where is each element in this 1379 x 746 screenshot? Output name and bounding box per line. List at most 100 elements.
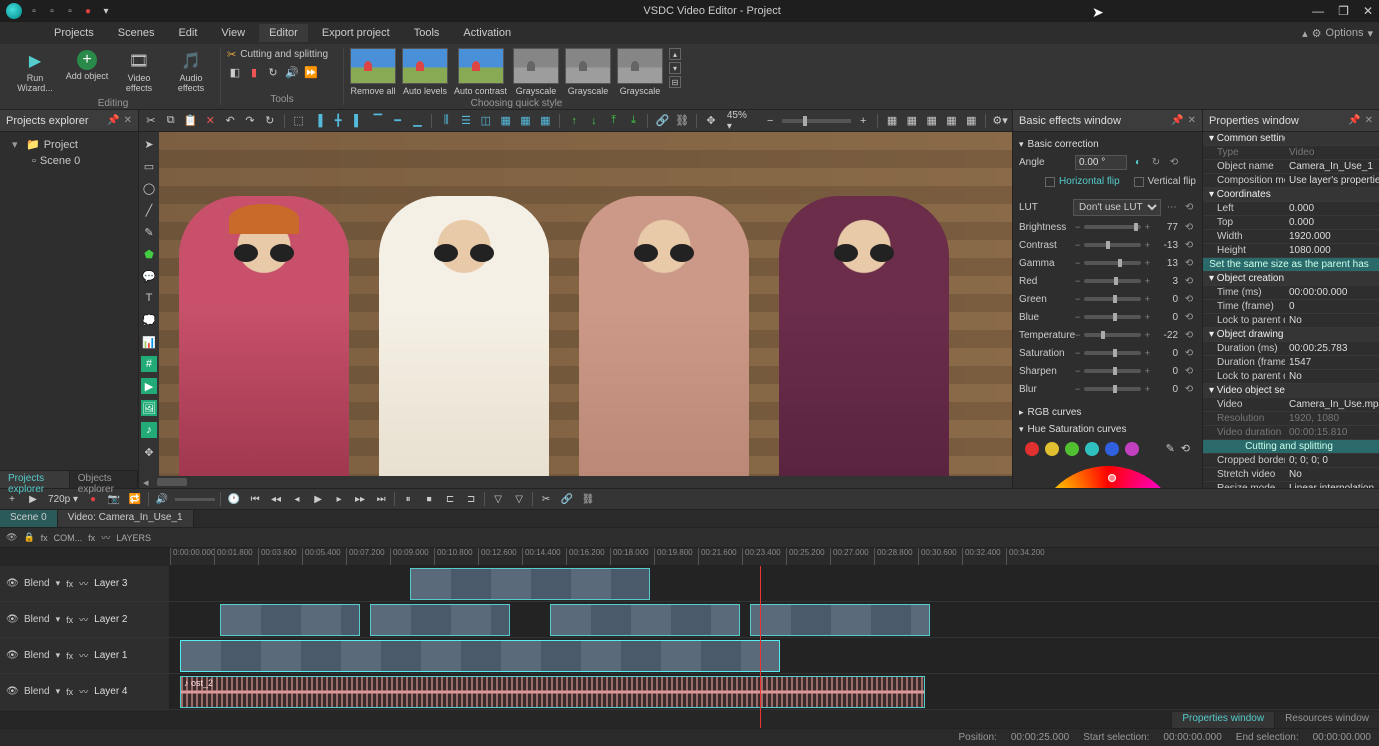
vt-safe2-icon[interactable]: ▦ [904, 113, 920, 129]
menu-editor[interactable]: Editor [259, 24, 308, 42]
pb-stepback-icon[interactable]: ◂ [289, 491, 305, 507]
angle-btn1-icon[interactable]: ◐ [1131, 156, 1145, 170]
pb-next-icon[interactable]: ▸▸ [352, 491, 368, 507]
swatch-magenta[interactable] [1125, 442, 1139, 456]
tool-pen-icon[interactable]: ✎ [141, 224, 157, 240]
pb-snapshot-icon[interactable]: 📷 [106, 491, 122, 507]
vt-align-bottom-icon[interactable]: ▁ [410, 113, 426, 129]
prop-value[interactable]: No [1285, 468, 1379, 481]
slider-green[interactable] [1084, 297, 1140, 301]
slider-saturation[interactable] [1084, 351, 1140, 355]
timeline-clip[interactable] [750, 604, 930, 636]
lut-dropdown[interactable]: Don't use LUT [1073, 199, 1161, 216]
tool-ellipse-icon[interactable]: ◯ [141, 180, 157, 196]
vt-dist-v-icon[interactable]: ☰ [458, 113, 474, 129]
track-visibility-icon[interactable]: 👁 [6, 614, 18, 625]
pb-resolution[interactable]: 720p ▾ [46, 494, 80, 505]
tool-chat-icon[interactable]: 💬 [141, 268, 157, 284]
menu-scenes[interactable]: Scenes [108, 24, 165, 42]
vt-redo-icon[interactable]: ↷ [242, 113, 258, 129]
prop-value[interactable]: Camera_In_Use.mp4 [1285, 398, 1379, 411]
pb-cut-icon[interactable]: ✂ [538, 491, 554, 507]
swatch-cyan[interactable] [1085, 442, 1099, 456]
vt-rotate-icon[interactable]: ↻ [262, 113, 278, 129]
effects-close-icon[interactable]: ✕ [1188, 115, 1196, 126]
tool-rotate-icon[interactable]: ↻ [265, 64, 281, 80]
effects-pin-icon[interactable]: 📌 [1171, 115, 1183, 126]
vt-grid2-icon[interactable]: ▦ [518, 113, 534, 129]
tool-tooltip-icon[interactable]: 💭 [141, 312, 157, 328]
prop-value[interactable]: 0; 0; 0; 0 [1285, 454, 1379, 467]
track-expand-icon[interactable]: ▾ [56, 686, 61, 697]
track-fx-icon[interactable]: fx [66, 687, 73, 697]
angle-input[interactable] [1075, 155, 1127, 170]
slider-reset-sharpen-icon[interactable]: ⟲ [1182, 364, 1196, 378]
pb-clock-icon[interactable]: 🕐 [226, 491, 242, 507]
tool-shape-icon[interactable]: ⬟ [141, 246, 157, 262]
slider-reset-temperature-icon[interactable]: ⟲ [1182, 328, 1196, 342]
vt-link-icon[interactable]: 🔗 [654, 113, 670, 129]
qat-new-icon[interactable]: ▫ [28, 5, 40, 17]
style-grayscale-3[interactable]: Grayscale [617, 48, 663, 96]
run-wizard-button[interactable]: ▶Run Wizard... [12, 48, 58, 96]
bt-resources[interactable]: Resources window [1274, 712, 1379, 728]
style-gallery-icon[interactable]: ⊟ [669, 76, 681, 88]
slider-blue[interactable] [1084, 315, 1140, 319]
tool-chart-icon[interactable]: 📊 [141, 334, 157, 350]
timeline-clip[interactable] [180, 640, 780, 672]
pb-loop-icon[interactable]: 🔁 [127, 491, 143, 507]
vt-back-icon[interactable]: ⤓ [626, 113, 642, 129]
track-layer-4[interactable]: 👁 Blend ▾ fx 〰 Layer 4 ♪ ost_2 [0, 674, 1379, 710]
track-mode[interactable]: Blend [24, 650, 50, 661]
vt-safe1-icon[interactable]: ▦ [884, 113, 900, 129]
vt-paste-icon[interactable]: 📋 [183, 113, 199, 129]
menu-export[interactable]: Export project [312, 24, 400, 42]
eyedropper-icon[interactable]: ✎ [1166, 442, 1175, 456]
pb-first-icon[interactable]: ⏮ [247, 491, 263, 507]
cutting-splitting-label[interactable]: Cutting and splitting [240, 49, 328, 60]
vt-safe3-icon[interactable]: ▦ [924, 113, 940, 129]
vt-cut-icon[interactable]: ✂ [143, 113, 159, 129]
vt-align-right-icon[interactable]: ▌ [350, 113, 366, 129]
audio-effects-button[interactable]: 🎵Audio effects [168, 48, 214, 96]
tool-marker-icon[interactable]: ▮ [246, 64, 262, 80]
track-mode[interactable]: Blend [24, 614, 50, 625]
vt-grid1-icon[interactable]: ▦ [498, 113, 514, 129]
style-next-icon[interactable]: ▾ [669, 62, 681, 74]
track-fx-icon[interactable]: fx [66, 579, 73, 589]
track-layer-1[interactable]: 👁 Blend ▾ fx 〰 Layer 1 [0, 638, 1379, 674]
timeline-clip[interactable] [370, 604, 510, 636]
style-grayscale-1[interactable]: Grayscale [513, 48, 559, 96]
vt-safe5-icon[interactable]: ▦ [963, 113, 979, 129]
slider-brightness[interactable] [1084, 225, 1140, 229]
vt-undo-icon[interactable]: ↶ [222, 113, 238, 129]
menu-projects[interactable]: Projects [44, 24, 104, 42]
qat-save-icon[interactable]: ▫ [64, 5, 76, 17]
pb-mute-icon[interactable]: 🔊 [154, 491, 170, 507]
prop-value[interactable]: Video [1285, 146, 1379, 159]
pb-stop-icon[interactable]: ⏹ [421, 491, 437, 507]
track-fx-icon[interactable]: fx [66, 615, 73, 625]
prop-value[interactable]: No [1285, 370, 1379, 383]
panel-pin-icon[interactable]: 📌 [107, 115, 119, 126]
tool-volume-icon[interactable]: 🔊 [284, 64, 300, 80]
qat-open-icon[interactable]: ▫ [46, 5, 58, 17]
prop-value[interactable]: 1920.000 [1285, 230, 1379, 243]
style-remove-all[interactable]: Remove all [350, 48, 396, 96]
track-expand-icon[interactable]: ▾ [56, 578, 61, 589]
angle-reset-icon[interactable]: ⟲ [1167, 156, 1181, 170]
tool-rect-icon[interactable]: ▭ [141, 158, 157, 174]
pb-record-icon[interactable]: ● [85, 491, 101, 507]
bt-properties[interactable]: Properties window [1171, 712, 1274, 728]
collapse-ribbon-icon[interactable]: ▴ [1302, 27, 1308, 40]
tl-wave-icon[interactable]: 〰 [101, 531, 110, 544]
track-wave-icon[interactable]: 〰 [79, 649, 88, 662]
tool-move2-icon[interactable]: ✥ [141, 444, 157, 460]
hflip-checkbox[interactable]: Horizontal flip [1045, 174, 1120, 189]
slider-reset-red-icon[interactable]: ⟲ [1182, 274, 1196, 288]
swatch-yellow[interactable] [1045, 442, 1059, 456]
hue-wheel[interactable] [1033, 466, 1183, 488]
prop-value[interactable]: 0 [1285, 300, 1379, 313]
vt-safe4-icon[interactable]: ▦ [944, 113, 960, 129]
tool-speed-icon[interactable]: ⏩ [303, 64, 319, 80]
